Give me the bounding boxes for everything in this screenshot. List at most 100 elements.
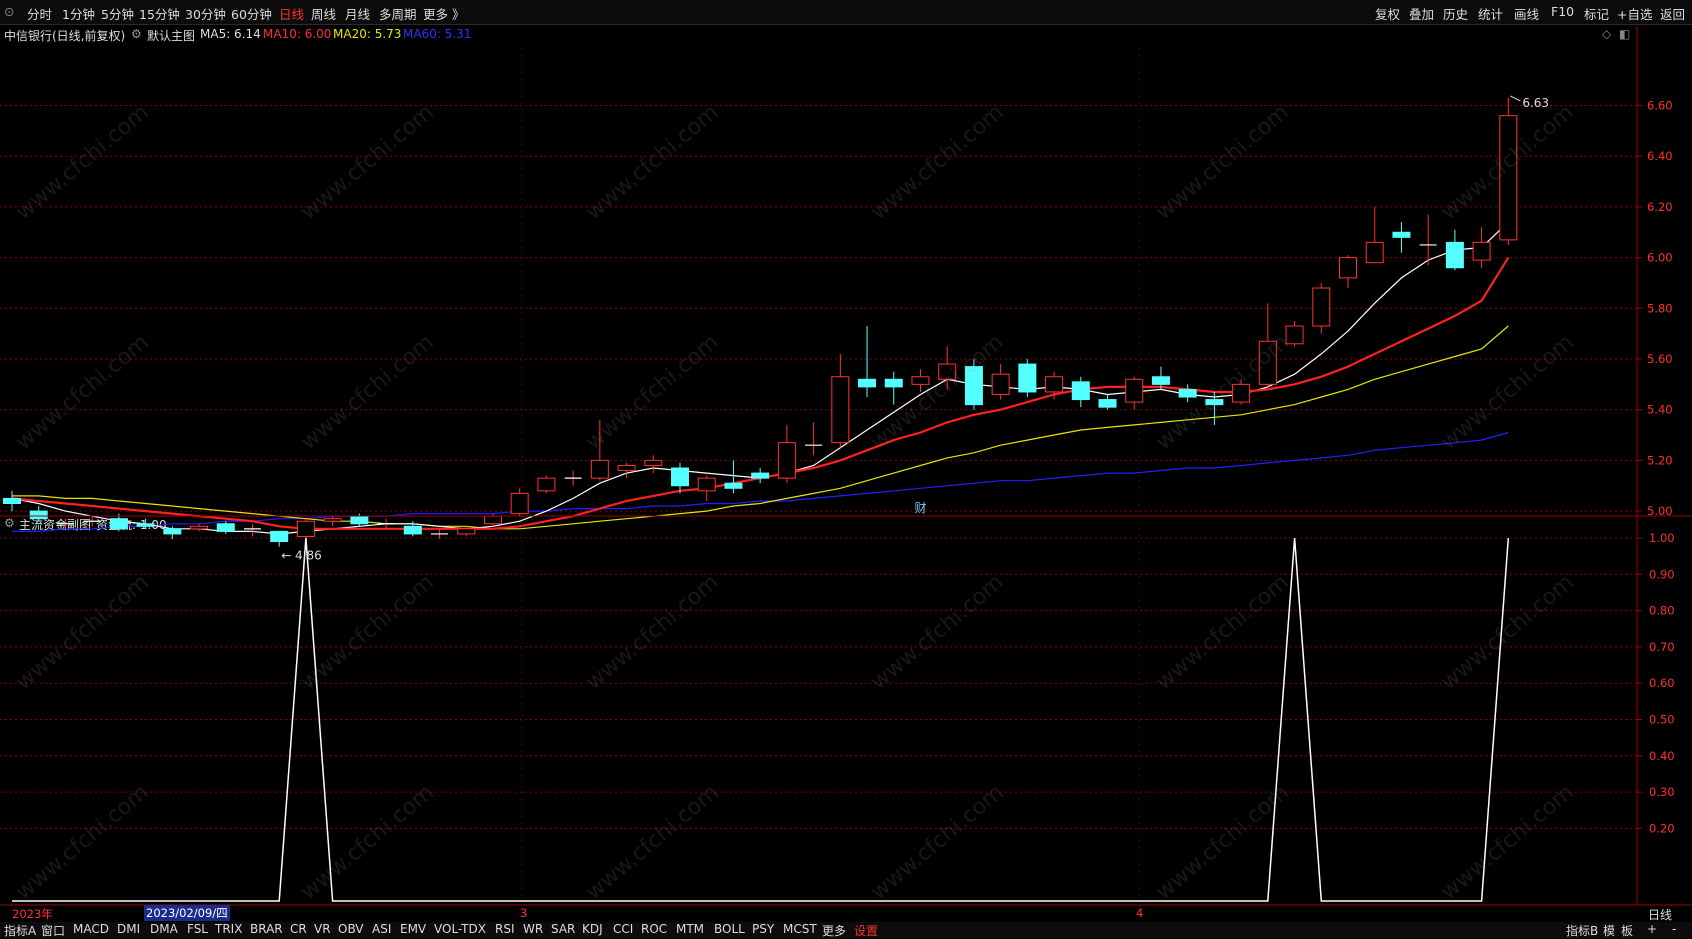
candle [1472, 227, 1491, 268]
candle [564, 470, 582, 486]
tab-indicator-a[interactable]: 指标A [4, 922, 36, 939]
candle [510, 488, 529, 517]
price-tick-label: 6.20 [1647, 200, 1673, 214]
candle [590, 419, 609, 481]
tab-roc[interactable]: ROC [641, 922, 667, 936]
candle [751, 468, 770, 484]
tab-cr[interactable]: CR [290, 922, 307, 936]
high-price-label: 6.63 [1522, 96, 1549, 110]
candle-body-up [537, 477, 556, 492]
candle [377, 518, 395, 529]
ma20-line [12, 325, 1509, 530]
tab-psy[interactable]: PSY [752, 922, 774, 936]
tab-rsi[interactable]: RSI [495, 922, 515, 936]
tab-wr[interactable]: WR [523, 922, 543, 936]
zoom-out-button[interactable]: - [1672, 922, 1676, 936]
candle [216, 521, 235, 534]
candle-body-up [1285, 325, 1304, 345]
price-tick-label: 5.20 [1647, 453, 1673, 467]
candle [1312, 282, 1331, 334]
candle-body-down [163, 528, 182, 535]
tab-obv[interactable]: OBV [338, 922, 364, 936]
candle-body-up [777, 442, 796, 479]
candle-body-down [1071, 381, 1090, 401]
candle-body-down [109, 518, 128, 530]
tab-sar[interactable]: SAR [551, 922, 575, 936]
candle-body-down [270, 530, 289, 543]
tab-boll[interactable]: BOLL [714, 922, 745, 936]
candle-body-down [1018, 363, 1037, 393]
candle-body-down [29, 510, 48, 520]
candle-body-up [697, 477, 716, 492]
candle-body-down [858, 378, 877, 388]
sub-tick-label: 0.50 [1649, 713, 1675, 727]
zoom-in-button[interactable]: + [1647, 922, 1657, 936]
candle-body-down [403, 525, 422, 535]
candle-body-up [1312, 287, 1331, 327]
price-tick-label: 5.60 [1647, 352, 1673, 366]
candle [1125, 376, 1144, 410]
candle [270, 530, 289, 547]
candle [1018, 359, 1037, 398]
kline-chart[interactable]: 6.606.406.206.005.805.605.405.205.001.00… [0, 0, 1692, 938]
candle-body-up [323, 518, 342, 522]
candle-body-up [1339, 257, 1357, 279]
candle [296, 518, 315, 539]
candle [1232, 379, 1251, 405]
tab-cci[interactable]: CCI [613, 922, 633, 936]
candle-body-up [1472, 241, 1491, 261]
candle-body-up [1125, 378, 1144, 403]
candle [1071, 376, 1090, 408]
candle-body-up [457, 528, 476, 535]
price-tick-label: 6.60 [1647, 99, 1673, 113]
tab-trix[interactable]: TRIX [215, 922, 242, 936]
sub-tick-label: 0.70 [1649, 640, 1675, 654]
sub-tick-label: 0.20 [1649, 821, 1675, 835]
year-label: 2023年 [12, 907, 53, 921]
tab-asi[interactable]: ASI [372, 922, 391, 936]
candle [431, 528, 449, 539]
tab-vr[interactable]: VR [314, 922, 331, 936]
tab-emv[interactable]: EMV [400, 922, 426, 936]
candle-body-up [1365, 241, 1384, 264]
candle-body-down [671, 467, 689, 487]
candle [1178, 384, 1197, 403]
candle [831, 353, 850, 448]
candle-body-up [617, 464, 636, 472]
candle-body-up [1045, 376, 1064, 393]
period-label: 日线 [1648, 908, 1673, 922]
candle-body-up [831, 376, 850, 444]
sub-tick-label: 0.60 [1649, 676, 1675, 690]
sub-tick-label: 1.00 [1649, 531, 1675, 545]
price-tick-label: 5.80 [1647, 301, 1673, 315]
tab-kdj[interactable]: KDJ [582, 922, 603, 936]
candle-body-down [136, 523, 155, 527]
candle-body-down [751, 472, 770, 479]
candle [56, 518, 74, 529]
tab-vol-tdx[interactable]: VOL-TDX [434, 922, 486, 936]
tab-dma[interactable]: DMA [150, 922, 178, 936]
tab-macd[interactable]: MACD [73, 922, 109, 936]
candle-body-down [1178, 388, 1197, 398]
candle-body-down [964, 366, 983, 406]
tab-settings[interactable]: 设置 [854, 922, 878, 939]
tab-brar[interactable]: BRAR [250, 922, 283, 936]
tab-fsl[interactable]: FSL [187, 922, 208, 936]
candle [1098, 394, 1117, 410]
tab-indicator-b[interactable]: 指标B [1566, 922, 1598, 939]
tab-more-indicators[interactable]: 更多 [822, 922, 846, 939]
candle-body-up [991, 373, 1010, 395]
candle-body-up [483, 515, 502, 525]
candle-body-up [644, 459, 663, 466]
price-tick-label: 6.00 [1647, 251, 1673, 265]
tab-template-mo[interactable]: 模 [1603, 922, 1615, 939]
tab-window[interactable]: 窗口 [41, 922, 65, 939]
finance-event-marker: 财 [914, 501, 926, 515]
tab-mcst[interactable]: MCST [783, 922, 817, 936]
candle [671, 462, 689, 494]
tab-dmi[interactable]: DMI [117, 922, 140, 936]
tab-template-ban[interactable]: 板 [1621, 922, 1633, 939]
tab-mtm[interactable]: MTM [676, 922, 704, 936]
candle [1285, 320, 1304, 347]
high-pointer [1510, 95, 1521, 102]
